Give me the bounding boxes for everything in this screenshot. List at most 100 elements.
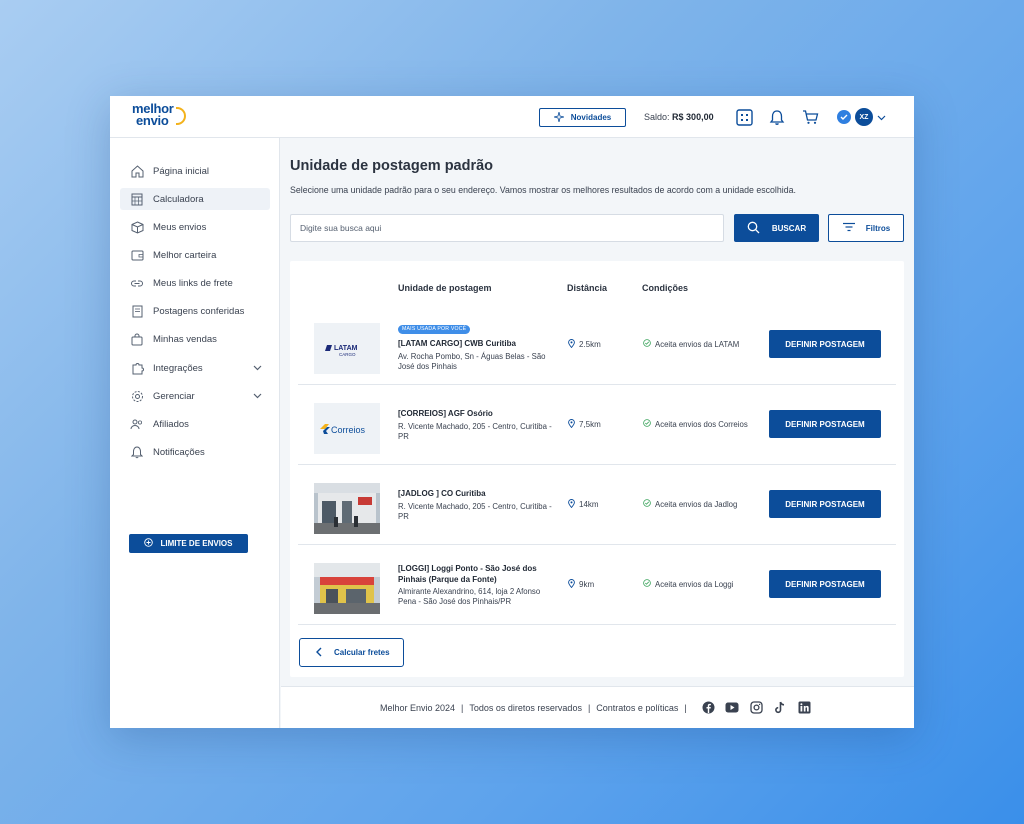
sidebar-item-label: Gerenciar [153,390,195,402]
bell-icon[interactable] [768,108,786,126]
footer-policies-link[interactable]: Contratos e políticas [596,703,678,713]
search-placeholder: Digite sua busca aqui [300,223,382,233]
plus-circle-icon [144,538,154,549]
correios-logo-text: Correios [331,425,366,435]
search-icon [747,221,760,236]
carrier-logo-correios: Correios [314,403,380,454]
storefront-photo [314,483,380,534]
sidebar-item-label: Meus envios [153,221,207,233]
sidebar-item-notifications[interactable]: Notificações [120,441,270,463]
sidebar-item-home[interactable]: Página inicial [120,160,270,182]
calculate-shipping-button[interactable]: Calcular fretes [299,638,404,667]
sidebar-item-affiliates[interactable]: Afiliados [120,413,270,435]
define-postage-button[interactable]: DEFINIR POSTAGEM [769,410,881,438]
unit-name: [LOGGI] Loggi Ponto - São José dos Pinha… [398,564,537,584]
define-postage-button[interactable]: DEFINIR POSTAGEM [769,490,881,518]
most-used-badge: MAIS USADA POR VOCÊ [398,325,471,334]
news-button[interactable]: Novidades [539,108,626,127]
search-input[interactable]: Digite sua busca aqui [290,214,724,242]
carrier-logo-latam: LATAM CARGO [314,323,380,374]
unit-condition: Aceita envios da Jadlog [643,499,737,509]
distance-value: 2.5km [579,340,601,349]
check-circle-icon [643,339,651,349]
user-menu[interactable]: XZ [837,108,886,126]
unit-condition: Aceita envios da LATAM [643,339,739,349]
chevron-down-icon[interactable] [253,391,262,402]
shipping-limit-button[interactable]: LIMITE DE ENVIOS [129,534,248,553]
sidebar-item-label: Página inicial [153,165,209,177]
table-row: LATAM CARGO MAIS USADA POR VOCÊ [LATAM C… [298,305,896,385]
unit-distance: 2.5km [568,339,601,350]
sidebar-item-calculator[interactable]: Calculadora [120,188,270,210]
app-window: melhor envio Novidades Saldo: R$ 300,00 [110,96,914,728]
search-button[interactable]: BUSCAR [734,214,819,242]
distance-value: 7,5km [579,420,601,429]
youtube-icon[interactable] [725,700,739,714]
col-header-unit: Unidade de postagem [398,283,492,293]
bell-icon [130,445,144,459]
location-pin-icon [568,339,575,350]
filters-button[interactable]: Filtros [828,214,904,242]
facebook-icon[interactable] [701,700,715,714]
instagram-icon[interactable] [749,700,763,714]
define-postage-button[interactable]: DEFINIR POSTAGEM [769,330,881,358]
cart-icon[interactable] [801,108,819,126]
brand-logo[interactable]: melhor envio [132,102,186,128]
sidebar-item-label: Calculadora [153,193,204,205]
sparkle-icon [553,111,564,124]
sidebar-item-checked-posts[interactable]: Postagens conferidas [120,300,270,322]
sidebar-item-sales[interactable]: Minhas vendas [120,328,270,350]
chevron-down-icon[interactable] [253,363,262,374]
balance-value: R$ 300,00 [672,112,714,122]
define-postage-button[interactable]: DEFINIR POSTAGEM [769,570,881,598]
footer-copyright: Melhor Envio 2024 [380,703,456,713]
calculator-icon [130,192,144,206]
unit-distance: 9km [568,579,594,590]
shipping-limit-label: LIMITE DE ENVIOS [160,539,233,548]
check-circle-icon [643,419,651,429]
condition-text: Aceita envios da LATAM [655,339,740,349]
avatar: XZ [855,108,873,126]
footer-separator: | [684,703,687,713]
page-description: Selecione uma unidade padrão para o seu … [290,185,796,195]
link-icon [130,276,144,290]
footer-separator: | [587,703,591,713]
condition-text: Aceita envios da Loggi [655,579,734,589]
unit-condition: Aceita envios dos Correios [643,419,748,429]
unit-address: Av. Rocha Pombo, Sn - Águas Belas - São … [398,352,546,371]
sidebar-item-wallet[interactable]: Melhor carteira [120,244,270,266]
unit-address: R. Vicente Machado, 205 - Centro, Curiti… [398,502,552,521]
gear-icon [130,389,144,403]
balance: Saldo: R$ 300,00 [644,112,714,122]
sidebar-item-integrations[interactable]: Integrações [120,357,270,379]
footer-text: Melhor Envio 2024 | Todos os diretos res… [380,703,687,713]
verified-check-icon [837,110,851,124]
linkedin-icon[interactable] [797,700,811,714]
unit-distance: 7,5km [568,419,601,430]
sidebar-item-label: Integrações [153,362,203,374]
bag-icon [130,332,144,346]
footer-rights: Todos os diretos reservados [469,703,582,713]
condition-text: Aceita envios da Jadlog [655,499,738,509]
sidebar-item-manage[interactable]: Gerenciar [120,385,270,407]
page-title: Unidade de postagem padrão [290,158,494,174]
filters-label: Filtros [865,223,891,233]
col-header-conditions: Condições [642,283,689,293]
check-circle-icon [643,499,651,509]
unit-address: R. Vicente Machado, 205 - Centro, Curiti… [398,422,552,441]
sidebar-item-links[interactable]: Meus links de frete [120,272,270,294]
search-button-label: BUSCAR [771,223,807,233]
sidebar-item-label: Postagens conferidas [153,305,245,317]
wallet-icon [130,248,144,262]
table-row: [LOGGI] Loggi Ponto - São José dos Pinha… [298,545,896,625]
qr-grid-icon[interactable] [735,108,753,126]
logo-line2: envio [136,113,169,128]
chevron-left-icon [316,647,322,659]
location-pin-icon [568,419,575,430]
unit-distance: 14km [568,499,599,510]
tiktok-icon[interactable] [773,700,787,714]
check-circle-icon [643,579,651,589]
location-pin-icon [568,579,575,590]
sidebar-item-shipments[interactable]: Meus envios [120,216,270,238]
puzzle-icon [130,361,144,375]
